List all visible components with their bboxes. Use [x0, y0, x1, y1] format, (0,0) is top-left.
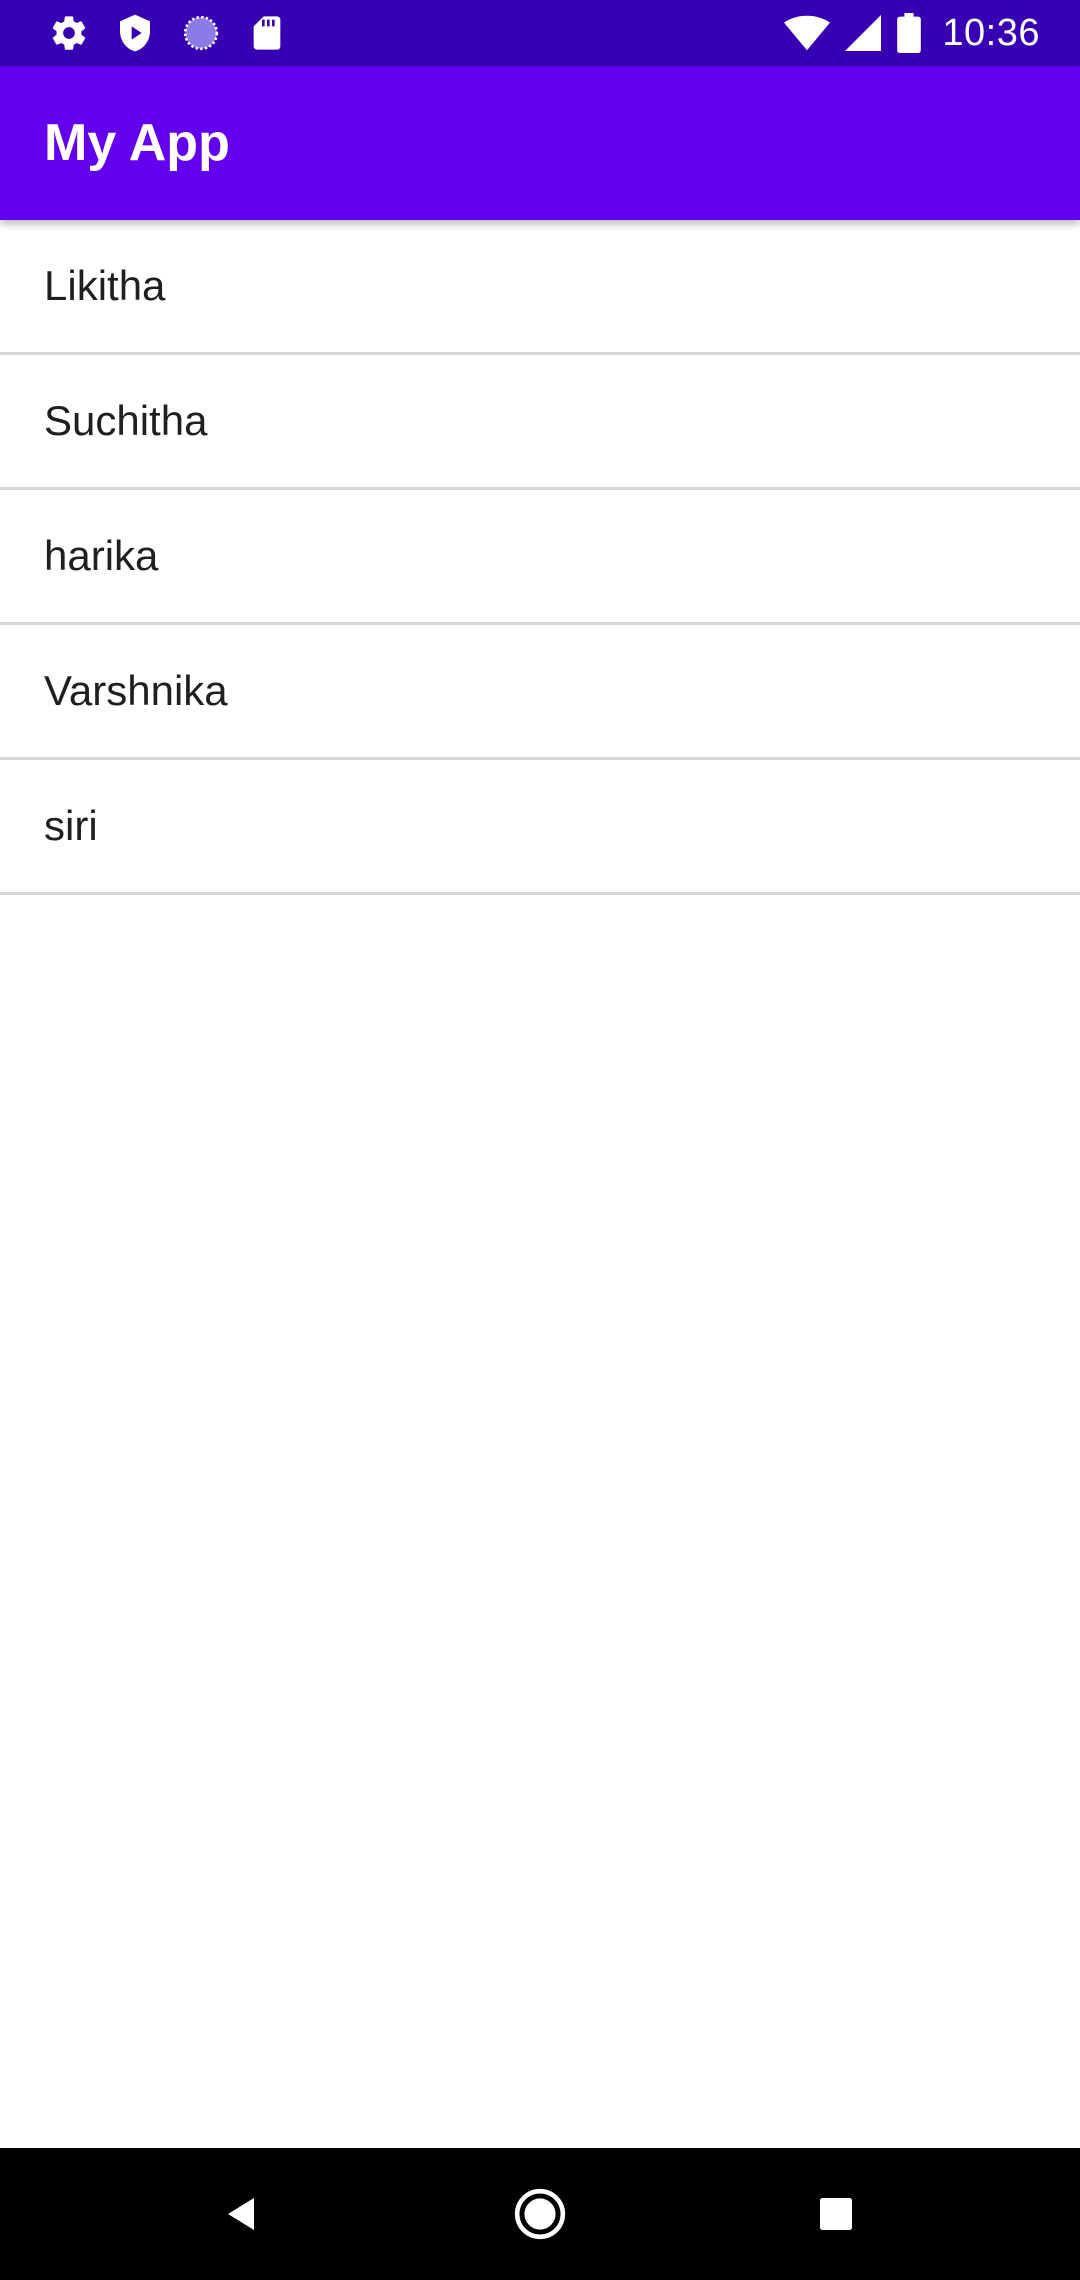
status-left-icons [48, 12, 288, 54]
loading-circle-icon [180, 12, 222, 54]
home-icon [514, 2188, 566, 2240]
list-item-label: Likitha [44, 262, 166, 309]
list-item[interactable]: Varshnika [0, 625, 1080, 760]
home-button[interactable] [474, 2148, 606, 2280]
back-icon [228, 2198, 254, 2230]
back-button[interactable] [176, 2148, 308, 2280]
list-item-label: harika [44, 532, 159, 579]
cell-signal-icon [844, 13, 882, 53]
recents-button[interactable] [770, 2148, 902, 2280]
shield-play-icon [114, 12, 156, 54]
recents-icon [820, 2198, 852, 2230]
wifi-icon [784, 13, 831, 53]
list-item[interactable]: Suchitha [0, 355, 1080, 490]
app-title: My App [44, 114, 230, 172]
list-item[interactable]: siri [0, 760, 1080, 895]
names-list: Likitha Suchitha harika Varshnika siri [0, 220, 1080, 895]
settings-icon [48, 12, 90, 54]
screen: 10:36 My App Likitha Suchitha harika Var… [0, 0, 1080, 2280]
list-item[interactable]: Likitha [0, 220, 1080, 355]
battery-icon [896, 13, 922, 53]
status-right-icons: 10:36 [784, 8, 1040, 58]
status-bar: 10:36 [0, 0, 1080, 66]
app-bar: My App [0, 66, 1080, 220]
list-item-label: siri [44, 802, 98, 849]
status-clock: 10:36 [942, 11, 1040, 54]
list-item[interactable]: harika [0, 490, 1080, 625]
list-item-label: Varshnika [44, 667, 228, 714]
list-item-label: Suchitha [44, 397, 208, 444]
navigation-bar [0, 2148, 1080, 2280]
sd-card-icon [246, 12, 288, 54]
